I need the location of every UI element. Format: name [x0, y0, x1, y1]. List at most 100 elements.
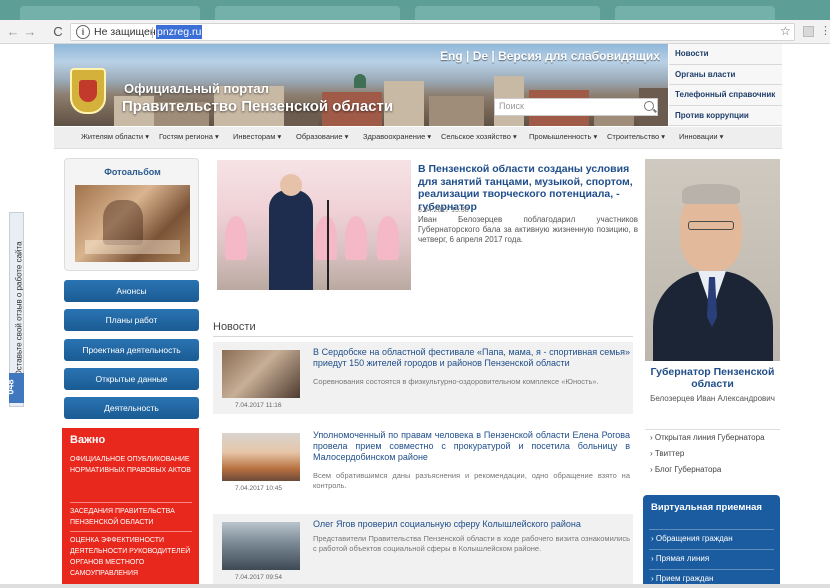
coat-of-arms-icon[interactable]	[70, 68, 106, 114]
nav-item-guests[interactable]: Гостям региона ▾	[159, 132, 219, 141]
news-thumbnail[interactable]	[222, 350, 300, 398]
important-block: Важно Официальное опубликование норматив…	[62, 428, 199, 588]
nav-item-construction[interactable]: Строительство ▾	[607, 132, 665, 141]
important-link-evaluation[interactable]: Оценка эффективности деятельности руково…	[70, 535, 194, 579]
photo-figure	[688, 221, 734, 230]
governor-link-blog[interactable]: › Блог Губернатора	[650, 462, 780, 478]
news-thumbnail[interactable]	[222, 433, 300, 481]
browser-menu-icon[interactable]: ⋮	[820, 24, 830, 37]
news-item[interactable]: 7.04.2017 10:45 Уполномоченный по правам…	[213, 425, 633, 497]
language-bar[interactable]: Eng | De | Версия для слабовидящих	[440, 49, 660, 63]
news-title[interactable]: В Сердобске на областной фестивале «Папа…	[313, 347, 630, 369]
news-description: Представители Правительства Пензенской о…	[313, 534, 630, 553]
bookmark-star-icon[interactable]: ☆	[780, 24, 791, 38]
main-nav: Жителям области ▾ Гостям региона ▾ Инвес…	[54, 127, 782, 149]
photo-album-card[interactable]: Фотоальбом	[64, 158, 199, 271]
search-placeholder: Поиск	[499, 101, 524, 111]
news-description: Соревнования состоятся в физкультурно-оз…	[313, 377, 599, 386]
news-heading: Новости	[213, 321, 256, 333]
site-title[interactable]: Правительство Пензенской области	[122, 98, 393, 115]
top-story-image[interactable]	[217, 160, 411, 290]
quick-link-news[interactable]: Новости	[669, 44, 782, 65]
browser-tab[interactable]	[415, 6, 600, 20]
feedback-number: 048	[5, 379, 16, 395]
quick-link-authorities[interactable]: Органы власти	[669, 65, 782, 85]
virtual-link-direct-line[interactable]: › Прямая линия	[651, 554, 709, 563]
feedback-counter[interactable]: 048	[5, 373, 24, 403]
news-title[interactable]: Олег Ягов проверил социальную сферу Колы…	[313, 519, 630, 530]
important-title: Важно	[70, 434, 106, 446]
virtual-reception: Виртуальная приемная › Обращения граждан…	[643, 495, 780, 588]
news-item[interactable]: 7.04.2017 11:16 В Сердобске на областной…	[213, 342, 633, 414]
projects-button[interactable]: Проектная деятельность	[64, 339, 199, 361]
banner-dome	[354, 74, 366, 88]
photo-figure	[682, 184, 740, 204]
site-page: Официальный портал Правительство Пензенс…	[54, 44, 782, 588]
browser-tab-strip	[0, 0, 830, 20]
feedback-label: Оставьте свой отзыв о работе сайта	[14, 241, 24, 377]
announcements-button[interactable]: Анонсы	[64, 280, 199, 302]
governor-name: Белозерцев Иван Александрович	[650, 394, 775, 403]
photo-microphone	[327, 200, 329, 290]
divider	[213, 336, 633, 337]
activities-button[interactable]: Деятельность	[64, 397, 199, 419]
divider	[649, 549, 774, 550]
address-bar: ← → C i Не защищено pnzreg.ru ☆ ⋮	[0, 20, 830, 44]
url-field[interactable]: i Не защищено pnzreg.ru	[70, 23, 795, 41]
important-link-meetings[interactable]: Заседания правительства Пензенской облас…	[70, 506, 194, 528]
news-title[interactable]: Уполномоченный по правам человека в Пенз…	[313, 430, 630, 463]
forward-icon[interactable]: →	[22, 24, 38, 40]
governor-link-hotline[interactable]: › Открытая линия Губернатора	[650, 430, 780, 446]
photo-figure	[225, 216, 247, 260]
news-date: 7.04.2017 10:45	[235, 485, 282, 492]
reload-icon[interactable]: C	[50, 24, 66, 40]
nav-item-agriculture[interactable]: Сельское хозяйство ▾	[441, 132, 517, 141]
banner-building	[429, 96, 484, 126]
open-data-button[interactable]: Открытые данные	[64, 368, 199, 390]
nav-item-education[interactable]: Образование ▾	[296, 132, 348, 141]
virtual-reception-title[interactable]: Виртуальная приемная	[651, 503, 771, 513]
photo-figure	[377, 216, 399, 260]
governor-role[interactable]: Губернатор Пензенской области	[645, 366, 780, 390]
news-thumbnail[interactable]	[222, 522, 300, 570]
url-text[interactable]: pnzreg.ru	[156, 25, 203, 39]
governor-link-twitter[interactable]: › Твиттер	[650, 446, 780, 462]
nav-item-investors[interactable]: Инвесторам ▾	[233, 132, 281, 141]
divider	[70, 531, 192, 532]
nav-item-industry[interactable]: Промышленность ▾	[529, 132, 597, 141]
news-item[interactable]: 7.04.2017 09:54 Олег Ягов проверил социа…	[213, 514, 633, 586]
photo-album-image[interactable]	[75, 185, 190, 262]
search-icon[interactable]	[644, 101, 654, 111]
browser-tab[interactable]	[615, 6, 775, 20]
news-date: 7.04.2017 11:16	[235, 402, 282, 409]
governor-photo[interactable]	[645, 159, 780, 361]
back-icon[interactable]: ←	[5, 24, 21, 40]
extension-icon[interactable]	[803, 26, 814, 37]
governor-caption: Губернатор Пензенской области Белозерцев…	[645, 361, 780, 404]
divider	[70, 502, 192, 503]
horizontal-scrollbar[interactable]	[0, 584, 830, 588]
nav-item-healthcare[interactable]: Здравоохранение ▾	[363, 132, 431, 141]
top-story-date: 6.04.2017 15:38	[418, 207, 469, 214]
quick-link-phonebook[interactable]: Телефонный справочник	[669, 85, 782, 106]
governor-links: › Открытая линия Губернатора › Твиттер ›…	[650, 430, 780, 478]
header-banner: Официальный портал Правительство Пензенс…	[54, 44, 668, 126]
important-link-acts[interactable]: Официальное опубликование нормативных пр…	[70, 454, 194, 476]
browser-tab[interactable]	[215, 6, 400, 20]
top-story-title[interactable]: В Пензенской области созданы условия для…	[418, 163, 638, 213]
nav-item-innovation[interactable]: Инновации ▾	[679, 132, 723, 141]
search-input[interactable]: Поиск	[494, 98, 658, 116]
photo-album-title: Фотоальбом	[104, 167, 161, 177]
divider	[649, 529, 774, 530]
info-icon[interactable]: i	[76, 25, 90, 39]
nav-item-residents[interactable]: Жителям области ▾	[81, 132, 149, 141]
photo-figure	[315, 216, 337, 260]
quick-link-anticorruption[interactable]: Против коррупции	[669, 106, 782, 126]
virtual-link-reception[interactable]: › Прием граждан	[651, 574, 713, 583]
news-description: Всем обратившимся даны разъяснения и рек…	[313, 471, 630, 490]
work-plans-button[interactable]: Планы работ	[64, 309, 199, 331]
virtual-link-appeals[interactable]: › Обращения граждан	[651, 534, 733, 543]
browser-tab[interactable]	[20, 6, 200, 20]
photo-speaker	[269, 174, 313, 290]
portal-title: Официальный портал	[124, 81, 269, 96]
